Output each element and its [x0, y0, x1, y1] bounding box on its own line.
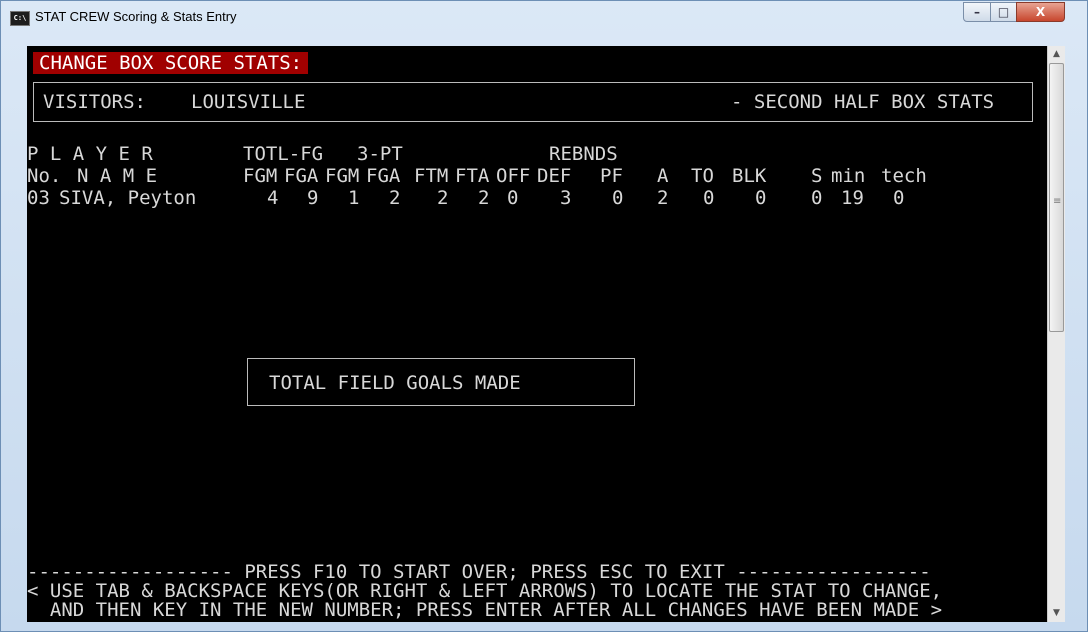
stat-turnovers[interactable]: 0	[703, 188, 714, 208]
col-no: No.	[27, 165, 62, 187]
screen-header: CHANGE BOX SCORE STATS:	[33, 52, 309, 74]
col-a: A	[657, 165, 669, 187]
player-no: 03	[27, 187, 50, 209]
stat-3pt-fgm[interactable]: 1	[348, 188, 359, 208]
footer-line-1: ------------------ PRESS F10 TO START OV…	[27, 561, 931, 583]
stat-steals[interactable]: 0	[811, 188, 822, 208]
col-fga: FGA	[284, 165, 319, 187]
col-to: TO	[691, 165, 714, 187]
stat-fgm[interactable]: 4	[267, 188, 278, 208]
field-prompt-text: TOTAL FIELD GOALS MADE	[269, 372, 521, 394]
col-fgm: FGM	[243, 165, 278, 187]
maximize-button[interactable]: □	[990, 2, 1017, 22]
team-name: LOUISVILLE	[191, 91, 306, 113]
col-s: S	[811, 165, 823, 187]
col-ftm: FTM	[414, 165, 449, 187]
console-window: C:\ STAT CREW Scoring & Stats Entry – □ …	[0, 0, 1088, 632]
col-tech: tech	[881, 165, 927, 187]
console-area[interactable]: CHANGE BOX SCORE STATS: VISITORS: LOUISV…	[27, 46, 1047, 622]
col-pf: PF	[600, 165, 623, 187]
stat-def-reb[interactable]: 3	[560, 188, 571, 208]
footer-line-2: < USE TAB & BACKSPACE KEYS(OR RIGHT & LE…	[27, 580, 943, 602]
col-fta: FTA	[455, 165, 490, 187]
col-min: min	[831, 165, 866, 187]
stat-blocks[interactable]: 0	[755, 188, 766, 208]
console-app-icon[interactable]: C:\	[10, 11, 30, 26]
section-label: - SECOND HALF BOX STATS	[731, 91, 995, 113]
stat-fga[interactable]: 9	[307, 188, 318, 208]
stat-ftm[interactable]: 2	[437, 188, 448, 208]
col-def: DEF	[537, 165, 572, 187]
window-title: STAT CREW Scoring & Stats Entry	[35, 9, 237, 24]
stat-fta[interactable]: 2	[478, 188, 489, 208]
vertical-scrollbar[interactable]: ▲ ▼	[1047, 46, 1065, 622]
col-off: OFF	[496, 165, 531, 187]
col-3pt: 3-PT	[357, 143, 403, 165]
scroll-up-arrow-icon[interactable]: ▲	[1048, 46, 1065, 63]
stat-assists[interactable]: 2	[657, 188, 668, 208]
minimize-button[interactable]: –	[963, 2, 991, 22]
col-3pt-fgm: FGM	[325, 165, 360, 187]
col-name: N A M E	[77, 165, 158, 187]
stat-tech[interactable]: 0	[893, 188, 904, 208]
stat-off-reb[interactable]: 0	[507, 188, 518, 208]
col-blk: BLK	[732, 165, 767, 187]
scroll-grip-icon: ≡	[1053, 196, 1062, 207]
col-player: P L A Y E R	[27, 143, 153, 165]
scroll-down-arrow-icon[interactable]: ▼	[1048, 605, 1065, 622]
close-button[interactable]: X	[1016, 2, 1065, 22]
title-bar[interactable]: C:\ STAT CREW Scoring & Stats Entry – □ …	[1, 1, 1087, 35]
col-rebnds: REBNDS	[549, 143, 618, 165]
stat-3pt-fga[interactable]: 2	[389, 188, 400, 208]
player-name: SIVA, Peyton	[59, 187, 197, 209]
stat-pf[interactable]: 0	[612, 188, 623, 208]
col-3pt-fga: FGA	[366, 165, 401, 187]
stat-minutes[interactable]: 19	[841, 188, 864, 208]
footer-line-3: AND THEN KEY IN THE NEW NUMBER; PRESS EN…	[27, 599, 943, 621]
col-totl-fg: TOTL-FG	[243, 143, 324, 165]
visitors-label: VISITORS:	[43, 91, 146, 113]
